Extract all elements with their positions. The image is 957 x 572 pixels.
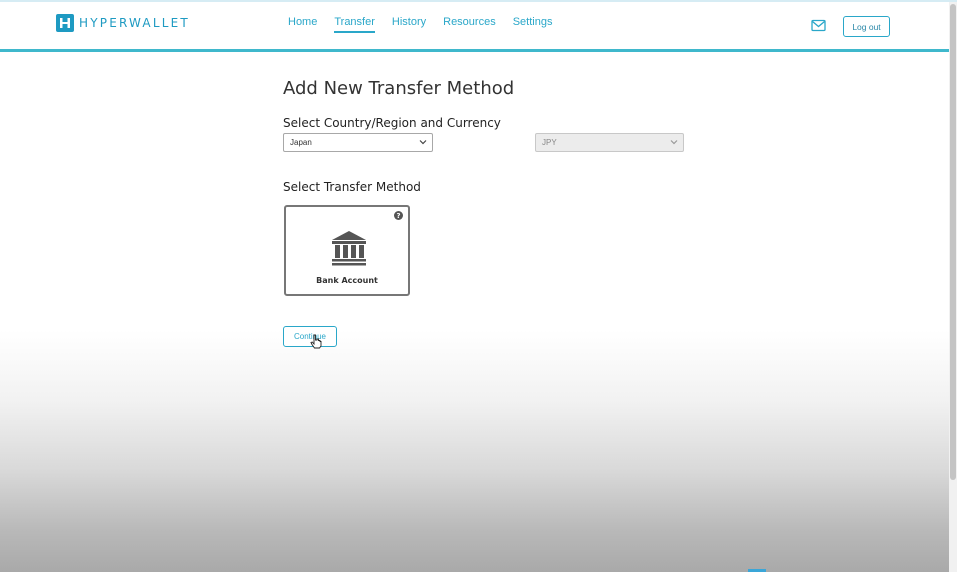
hand-cursor-icon [310,334,322,349]
currency-select: JPY [535,133,684,152]
bank-icon [332,231,366,266]
main-nav: Home Transfer History Resources Settings [288,16,569,33]
app-header: HYPERWALLET Home Transfer History Resour… [0,2,949,52]
envelope-icon[interactable] [811,19,826,32]
question-circle-icon[interactable]: ? [394,211,403,220]
hyperwallet-logo-icon [56,14,74,32]
scrollbar-thumb[interactable] [950,4,956,480]
currency-select-value: JPY [542,138,557,147]
logout-button[interactable]: Log out [843,16,890,37]
logo[interactable]: HYPERWALLET [56,14,190,32]
nav-transfer[interactable]: Transfer [334,16,375,33]
page-title: Add New Transfer Method [283,78,515,99]
bank-account-card[interactable]: ? Bank Account [284,205,410,296]
logo-text: HYPERWALLET [79,16,190,30]
bank-account-label: Bank Account [316,276,378,285]
nav-history[interactable]: History [392,16,426,33]
chevron-down-icon [419,140,427,145]
nav-resources[interactable]: Resources [443,16,496,33]
country-select-value: Japan [290,138,312,147]
chevron-down-icon [670,140,678,145]
transfer-method-label: Select Transfer Method [283,180,421,194]
country-currency-label: Select Country/Region and Currency [283,116,501,130]
nav-settings[interactable]: Settings [513,16,553,33]
country-select[interactable]: Japan [283,133,433,152]
nav-home[interactable]: Home [288,16,317,33]
